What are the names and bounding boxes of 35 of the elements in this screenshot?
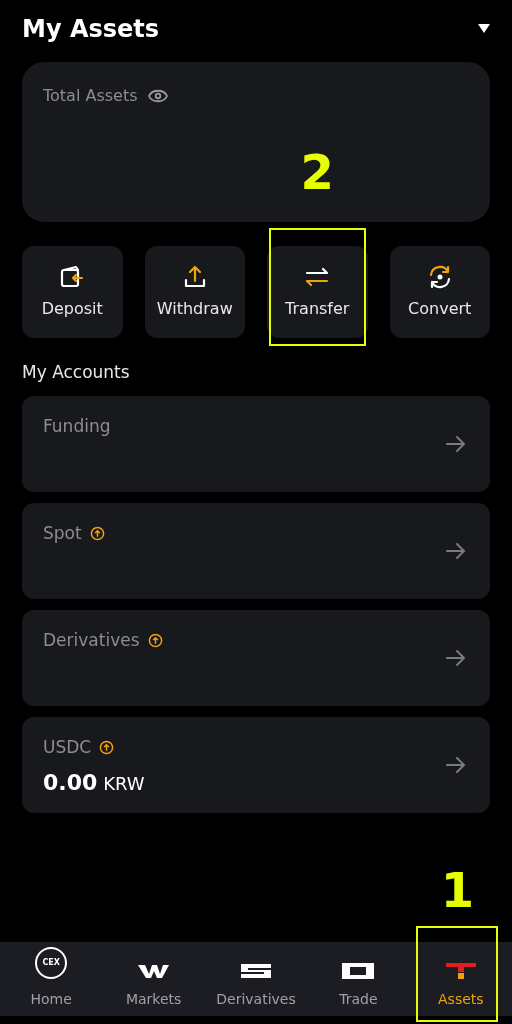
- section-title: My Accounts: [21, 361, 131, 384]
- account-card[interactable]: Spot: [22, 502, 490, 599]
- action-button[interactable]: Convert: [389, 246, 490, 338]
- step-number: 2: [300, 148, 334, 196]
- nav-tab[interactable]: Assets: [409, 942, 512, 1016]
- nav-tab[interactable]: Markets: [102, 942, 205, 1016]
- square-logo-icon: [342, 963, 375, 979]
- account-name: Funding: [43, 414, 111, 438]
- s-logo-icon: [241, 963, 271, 979]
- arrow-right-icon: [446, 755, 466, 774]
- arrow-right-icon: [446, 434, 466, 453]
- arrow-right-icon: [446, 648, 466, 667]
- account-name: Derivatives: [43, 628, 140, 652]
- dropdown-caret-icon[interactable]: [478, 24, 490, 34]
- page-title: My Assets: [22, 14, 160, 45]
- account-card[interactable]: Funding: [22, 395, 490, 492]
- balance-currency: KRW: [103, 772, 145, 796]
- account-name: USDC: [43, 735, 92, 759]
- total-assets-label: Total Assets: [43, 85, 138, 107]
- step-number: 1: [440, 866, 475, 914]
- action-button[interactable]: Transfer: [267, 246, 368, 338]
- nav-tab[interactable]: CEX Home: [0, 942, 103, 1016]
- action-button[interactable]: Withdraw: [144, 246, 245, 338]
- balance-amount: 0.00: [43, 769, 98, 797]
- w-logo-icon: [137, 963, 170, 979]
- nav-tab[interactable]: Trade: [307, 942, 410, 1016]
- t-logo-icon: [445, 963, 476, 979]
- account-card[interactable]: Derivatives: [22, 609, 490, 706]
- eye-icon[interactable]: [147, 89, 168, 103]
- action-button[interactable]: Deposit: [22, 246, 123, 338]
- cex-logo-icon: CEX: [35, 947, 68, 979]
- arrow-right-icon: [446, 541, 466, 560]
- account-card[interactable]: USDC 0.00 KRW: [22, 716, 490, 813]
- nav-tab[interactable]: Derivatives: [204, 942, 308, 1016]
- account-name: Spot: [43, 521, 82, 545]
